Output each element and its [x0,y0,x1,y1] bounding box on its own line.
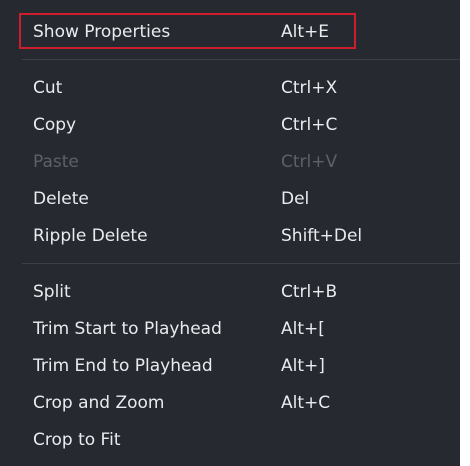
menu-item-shortcut: Shift+Del [281,225,363,246]
menu-separator [22,263,460,264]
menu-item-shortcut: Ctrl+C [281,114,338,135]
menu-item-show-properties[interactable]: Show Properties Alt+E [0,13,460,50]
menu-item-shortcut: Ctrl+V [281,151,338,172]
menu-item-split[interactable]: Split Ctrl+B [0,273,460,310]
menu-separator [22,59,460,60]
menu-item-crop-to-fit[interactable]: Crop to Fit [0,421,460,458]
menu-item-delete[interactable]: Delete Del [0,180,460,217]
menu-item-shortcut: Alt+[ [281,318,325,339]
menu-item-trim-start-to-playhead[interactable]: Trim Start to Playhead Alt+[ [0,310,460,347]
menu-item-trim-end-to-playhead[interactable]: Trim End to Playhead Alt+] [0,347,460,384]
menu-item-label: Cut [33,77,63,98]
menu-item-label: Trim End to Playhead [33,355,213,376]
menu-item-label: Trim Start to Playhead [33,318,222,339]
menu-item-label: Copy [33,114,77,135]
menu-item-shortcut: Alt+C [281,392,331,413]
menu-item-shortcut: Ctrl+B [281,281,338,302]
menu-item-label: Paste [33,151,79,172]
menu-item-shortcut: Alt+] [281,355,325,376]
menu-item-shortcut: Ctrl+X [281,77,338,98]
menu-item-cut[interactable]: Cut Ctrl+X [0,69,460,106]
menu-item-label: Split [33,281,71,302]
menu-item-ripple-delete[interactable]: Ripple Delete Shift+Del [0,217,460,254]
menu-item-label: Show Properties [33,21,171,42]
menu-item-label: Crop to Fit [33,429,121,450]
menu-item-shortcut: Del [281,188,310,209]
menu-item-shortcut: Alt+E [281,21,330,42]
menu-item-label: Crop and Zoom [33,392,165,413]
context-menu: Show Properties Alt+E Cut Ctrl+X Copy Ct… [0,0,460,466]
menu-item-copy[interactable]: Copy Ctrl+C [0,106,460,143]
menu-item-paste: Paste Ctrl+V [0,143,460,180]
menu-item-label: Delete [33,188,89,209]
menu-item-label: Ripple Delete [33,225,148,246]
menu-item-crop-and-zoom[interactable]: Crop and Zoom Alt+C [0,384,460,421]
